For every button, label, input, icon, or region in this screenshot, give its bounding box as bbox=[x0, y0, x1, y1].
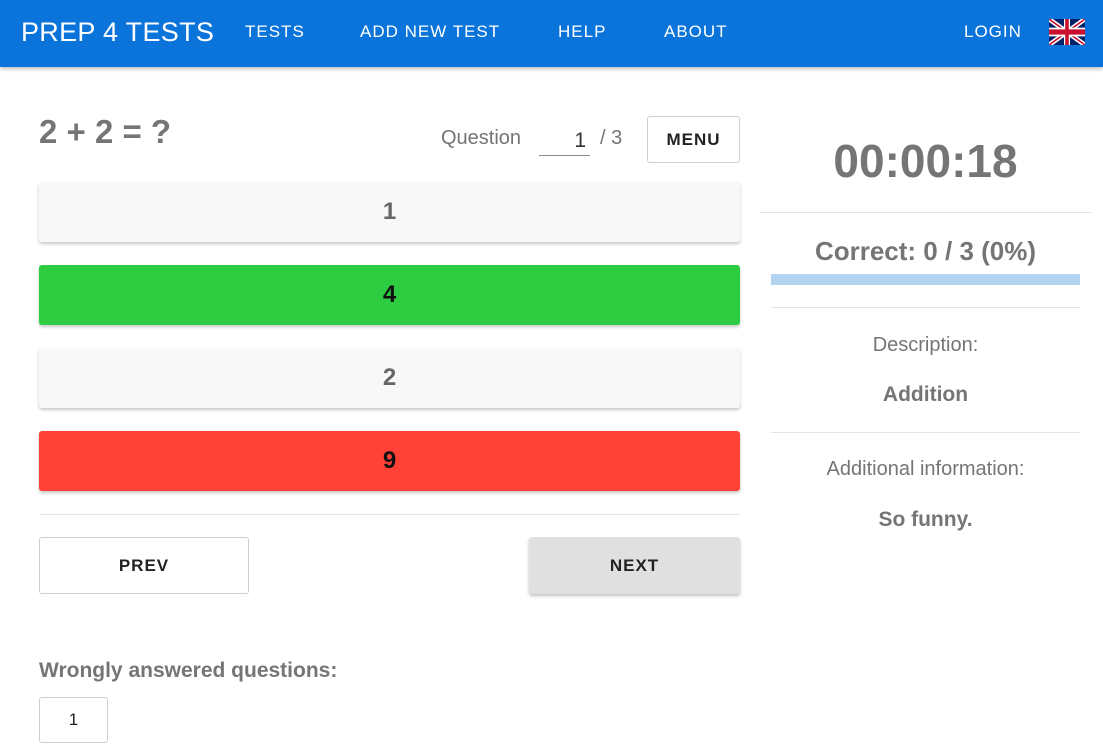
nav-login-link[interactable]: LOGIN bbox=[964, 22, 1022, 42]
top-nav-bar: PREP 4 TESTS TESTS ADD NEW TEST HELP ABO… bbox=[0, 0, 1103, 67]
additional-info-value: So funny. bbox=[878, 508, 973, 531]
divider bbox=[771, 432, 1080, 433]
divider bbox=[760, 212, 1091, 213]
question-title: 2 + 2 = ? bbox=[39, 113, 172, 150]
answer-option-wrong[interactable]: 9 bbox=[39, 431, 740, 491]
question-number-input[interactable] bbox=[539, 126, 590, 156]
answer-option-correct[interactable]: 4 bbox=[39, 265, 740, 325]
wrong-answers-heading: Wrongly answered questions: bbox=[39, 659, 338, 682]
timer: 00:00:18 bbox=[833, 135, 1018, 187]
score-text: Correct: 0 / 3 (0%) bbox=[814, 236, 1037, 266]
divider bbox=[39, 514, 740, 515]
uk-flag-icon[interactable] bbox=[1049, 19, 1085, 45]
next-button[interactable]: NEXT bbox=[529, 537, 740, 594]
prev-button[interactable]: PREV bbox=[39, 537, 249, 594]
answer-option-3[interactable]: 2 bbox=[39, 348, 740, 408]
nav-add-new-test-link[interactable]: ADD NEW TEST bbox=[360, 22, 500, 42]
wrong-question-chip[interactable]: 1 bbox=[39, 697, 108, 743]
description-label: Description: bbox=[872, 334, 979, 356]
question-counter-label: Question bbox=[441, 127, 522, 149]
description-value: Addition bbox=[882, 383, 969, 406]
menu-button[interactable]: MENU bbox=[647, 116, 740, 163]
additional-info-label: Additional information: bbox=[826, 458, 1025, 480]
divider bbox=[771, 307, 1080, 308]
brand-logo[interactable]: PREP 4 TESTS bbox=[21, 17, 214, 48]
nav-help-link[interactable]: HELP bbox=[558, 22, 606, 42]
nav-about-link[interactable]: ABOUT bbox=[664, 22, 728, 42]
question-total: / 3 bbox=[600, 127, 623, 149]
nav-tests-link[interactable]: TESTS bbox=[245, 22, 305, 42]
score-progress-bar bbox=[771, 274, 1080, 285]
answer-option-1[interactable]: 1 bbox=[39, 182, 740, 242]
